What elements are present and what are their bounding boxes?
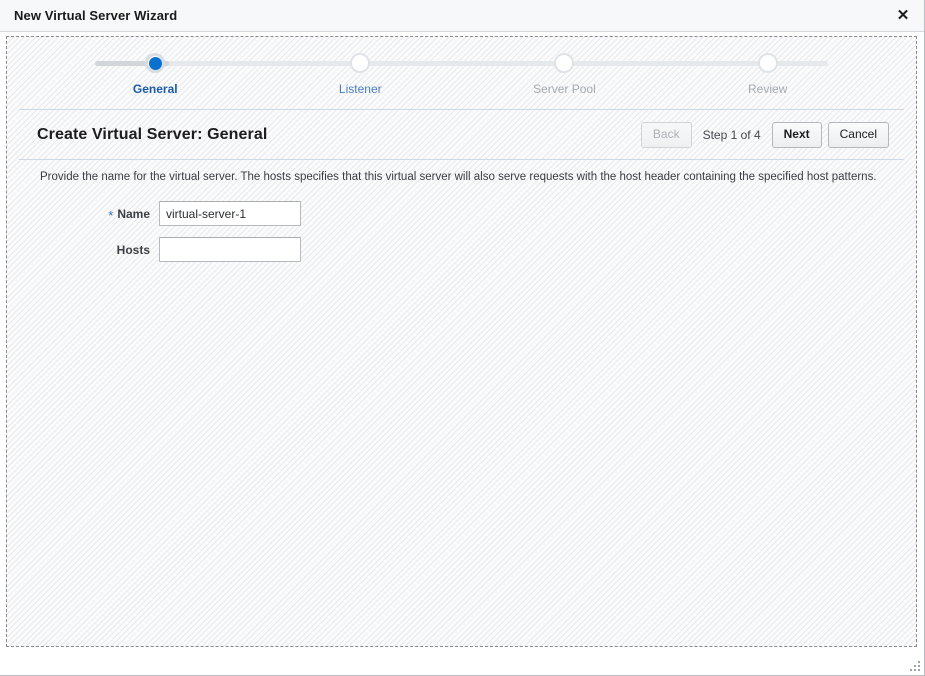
wizard-action-buttons: Back Step 1 of 4 Next Cancel bbox=[640, 122, 889, 148]
page-instruction: Provide the name for the virtual server.… bbox=[40, 171, 877, 183]
wizard-stepper: General Listener Server Pool Review bbox=[29, 37, 894, 109]
form-row-name: * Name bbox=[40, 201, 916, 226]
window-resize-grip[interactable] bbox=[907, 658, 920, 671]
name-label: Name bbox=[117, 206, 150, 221]
stepper-step-label: General bbox=[132, 82, 178, 96]
required-asterisk-icon: * bbox=[108, 207, 114, 223]
form-row-hosts: Hosts bbox=[40, 237, 916, 262]
step-dot-icon bbox=[145, 53, 166, 73]
close-icon[interactable]: ✕ bbox=[892, 5, 914, 27]
hosts-input[interactable] bbox=[159, 237, 301, 262]
stepper-step-listener[interactable]: Listener bbox=[294, 37, 426, 96]
page-header: Create Virtual Server: General Back Step… bbox=[7, 110, 916, 159]
general-form: * Name Hosts bbox=[7, 201, 916, 262]
stepper-step-server-pool: Server Pool bbox=[498, 37, 630, 96]
page-title: Create Virtual Server: General bbox=[37, 126, 268, 143]
wizard-content-frame: General Listener Server Pool Review Crea… bbox=[6, 36, 917, 647]
window-titlebar: New Virtual Server Wizard ✕ bbox=[0, 0, 924, 32]
cancel-button[interactable]: Cancel bbox=[827, 122, 889, 148]
stepper-step-label: Server Pool bbox=[533, 82, 596, 96]
name-input[interactable] bbox=[159, 201, 301, 226]
hosts-label: Hosts bbox=[116, 242, 150, 257]
name-label-cell: * Name bbox=[40, 206, 159, 223]
wizard-window: New Virtual Server Wizard ✕ General List… bbox=[0, 0, 925, 676]
step-counter-label: Step 1 of 4 bbox=[702, 128, 761, 142]
back-button[interactable]: Back bbox=[640, 122, 692, 148]
step-dot-icon bbox=[554, 53, 575, 73]
step-dot-icon bbox=[757, 53, 778, 73]
stepper-step-label: Review bbox=[748, 82, 788, 96]
next-button[interactable]: Next bbox=[771, 122, 822, 148]
stepper-step-label: Listener bbox=[338, 82, 382, 96]
stepper-step-review: Review bbox=[702, 37, 834, 96]
step-dot-icon bbox=[350, 53, 371, 73]
stepper-step-general[interactable]: General bbox=[89, 37, 221, 96]
stepper-track: General Listener Server Pool Review bbox=[29, 37, 894, 109]
window-title: New Virtual Server Wizard bbox=[14, 8, 178, 23]
hosts-label-cell: Hosts bbox=[40, 243, 159, 257]
